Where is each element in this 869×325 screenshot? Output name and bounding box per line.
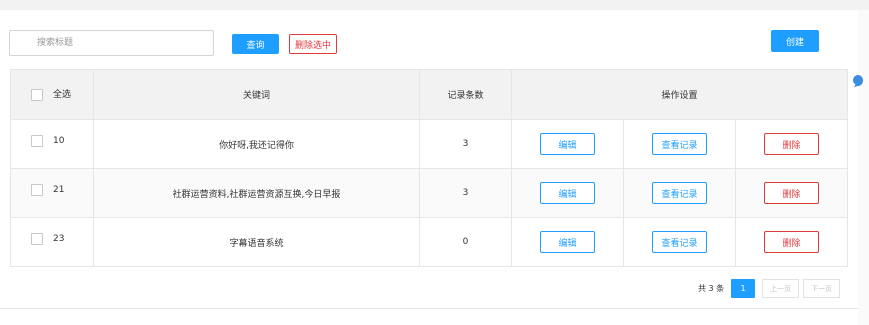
select-all-label: 全选 bbox=[53, 89, 72, 100]
pagination-total: 共 3 条 bbox=[698, 284, 725, 293]
table-row: 10 你好呀,我还记得你 3 编辑 查看记录 删除 bbox=[10, 119, 848, 169]
delete-button[interactable]: 删除 bbox=[764, 133, 819, 155]
select-all-checkbox[interactable] bbox=[31, 88, 43, 101]
row-checkbox[interactable] bbox=[31, 135, 43, 147]
actions-header: 操作设置 bbox=[511, 69, 848, 120]
table-row: 21 社群运营资料,社群运营资源互换,今日早报 3 编辑 查看记录 删除 bbox=[10, 168, 848, 218]
record-count-header: 记录条数 bbox=[419, 69, 512, 120]
table-header-row: 全选 关键词 记录条数 操作设置 bbox=[10, 69, 848, 120]
row-id: 23 bbox=[53, 234, 65, 244]
edit-button[interactable]: 编辑 bbox=[540, 182, 595, 204]
row-id: 10 bbox=[53, 136, 65, 146]
row-actions: 编辑 查看记录 删除 bbox=[511, 168, 848, 218]
row-select-cell: 10 bbox=[10, 119, 94, 169]
table-row: 23 字幕语音系统 0 编辑 查看记录 删除 bbox=[10, 217, 848, 267]
row-checkbox[interactable] bbox=[31, 184, 43, 196]
delete-selected-button[interactable]: 删除选中 bbox=[289, 34, 337, 54]
row-actions: 编辑 查看记录 删除 bbox=[511, 217, 848, 267]
keyword-table: 全选 关键词 记录条数 操作设置 10 你好呀,我还记得你 3 编辑 查看记录 bbox=[10, 69, 848, 267]
view-records-button[interactable]: 查看记录 bbox=[652, 231, 707, 253]
row-record-count: 3 bbox=[419, 119, 512, 169]
delete-button[interactable]: 删除 bbox=[764, 231, 819, 253]
row-keyword: 社群运营资料,社群运营资源互换,今日早报 bbox=[93, 168, 420, 218]
pagination-prev-button[interactable]: 上一页 bbox=[762, 279, 799, 298]
right-gutter bbox=[858, 10, 869, 325]
row-keyword: 字幕语音系统 bbox=[93, 217, 420, 267]
edit-button[interactable]: 编辑 bbox=[540, 231, 595, 253]
row-record-count: 0 bbox=[419, 217, 512, 267]
view-records-button[interactable]: 查看记录 bbox=[652, 182, 707, 204]
row-keyword: 你好呀,我还记得你 bbox=[93, 119, 420, 169]
panel-bottom-border bbox=[0, 308, 858, 309]
keyword-header: 关键词 bbox=[93, 69, 420, 120]
row-checkbox[interactable] bbox=[31, 233, 43, 245]
row-select-cell: 23 bbox=[10, 217, 94, 267]
search-input[interactable] bbox=[9, 30, 214, 56]
top-bar bbox=[0, 0, 869, 10]
chat-bubble-icon[interactable] bbox=[851, 74, 863, 88]
edit-button[interactable]: 编辑 bbox=[540, 133, 595, 155]
row-actions: 编辑 查看记录 删除 bbox=[511, 119, 848, 169]
row-record-count: 3 bbox=[419, 168, 512, 218]
delete-button[interactable]: 删除 bbox=[764, 182, 819, 204]
pagination-current-page[interactable]: 1 bbox=[731, 279, 755, 298]
row-id: 21 bbox=[53, 185, 65, 195]
create-button[interactable]: 创建 bbox=[771, 30, 819, 52]
row-select-cell: 21 bbox=[10, 168, 94, 218]
view-records-button[interactable]: 查看记录 bbox=[652, 133, 707, 155]
pagination-next-button[interactable]: 下一页 bbox=[803, 279, 840, 298]
search-button[interactable]: 查询 bbox=[232, 34, 279, 54]
select-all-header: 全选 bbox=[10, 69, 94, 120]
